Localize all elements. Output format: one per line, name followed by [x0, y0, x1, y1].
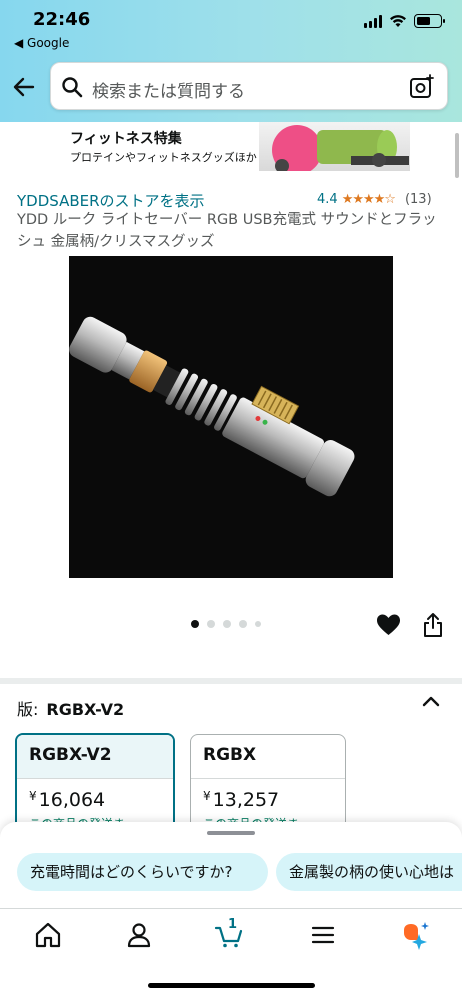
status-icons: [364, 14, 445, 28]
page-scrollbar[interactable]: [455, 133, 459, 178]
rating-value: 4.4: [317, 192, 338, 207]
search-placeholder: 検索または質問する: [92, 82, 245, 102]
cellular-signal-icon: [364, 14, 382, 28]
menu-icon[interactable]: [308, 920, 338, 950]
carousel-dot[interactable]: [207, 620, 215, 628]
home-indicator[interactable]: [148, 983, 315, 988]
wifi-icon: [390, 15, 406, 27]
search-input[interactable]: 検索または質問する: [50, 62, 448, 110]
rufus-icon[interactable]: [400, 920, 430, 950]
rating-count: (13): [404, 192, 432, 207]
carousel-dot[interactable]: [191, 620, 199, 628]
suggestion-chip[interactable]: 充電時間はどのくらいですか?: [17, 853, 268, 891]
variant-selected-value: RGBX-V2: [46, 700, 125, 719]
back-to-google-link[interactable]: ◀ Google: [14, 36, 69, 50]
image-carousel-dots[interactable]: [191, 620, 261, 628]
carousel-dot[interactable]: [239, 620, 247, 628]
product-image[interactable]: [69, 256, 393, 578]
account-icon[interactable]: [124, 920, 154, 950]
option-name: RGBX-V2: [17, 735, 173, 779]
section-divider: [0, 678, 462, 684]
banner-title: フィットネス特集: [70, 131, 182, 147]
variant-option-rgbx[interactable]: RGBX ¥13,257 この商品の発送ま: [190, 734, 346, 834]
header: 22:46 ◀ Google 検索または質問する: [0, 0, 462, 122]
rating-stars-icon: ★★★★☆: [341, 192, 396, 207]
suggestion-chip[interactable]: 金属製の柄の使い心地は: [276, 853, 462, 891]
back-arrow-icon[interactable]: [11, 74, 37, 100]
sheet-drag-handle[interactable]: [207, 831, 255, 835]
cart-count-badge: 1: [228, 917, 238, 932]
search-icon: [62, 77, 83, 98]
carousel-dot[interactable]: [255, 621, 261, 627]
option-price: ¥16,064: [29, 789, 106, 811]
banner-image: [259, 122, 410, 171]
option-price: ¥13,257: [203, 789, 280, 811]
store-link[interactable]: YDDSABERのストアを表示: [17, 190, 205, 211]
variant-option-rgbx-v2[interactable]: RGBX-V2 ¥16,064 この商品の発送ま: [15, 733, 175, 833]
variant-label-text: 版:: [17, 700, 39, 719]
home-icon[interactable]: [33, 920, 63, 950]
heart-icon[interactable]: [376, 613, 401, 637]
variant-label: 版: RGBX-V2: [17, 696, 124, 720]
option-name: RGBX: [191, 735, 345, 779]
share-icon[interactable]: [422, 612, 444, 638]
camera-lens-icon[interactable]: [409, 74, 435, 100]
chevron-up-icon[interactable]: [421, 694, 441, 708]
status-time: 22:46: [33, 9, 91, 30]
carousel-dot[interactable]: [223, 620, 231, 628]
product-title: YDD ルーク ライトセーバー RGB USB充電式 サウンドとフラッシュ 金属…: [17, 212, 437, 250]
banner-subtitle: プロテインやフィットネスグッズほか: [70, 151, 257, 164]
rating[interactable]: 4.4 ★★★★☆ (13): [317, 192, 432, 207]
battery-icon: [414, 14, 445, 28]
